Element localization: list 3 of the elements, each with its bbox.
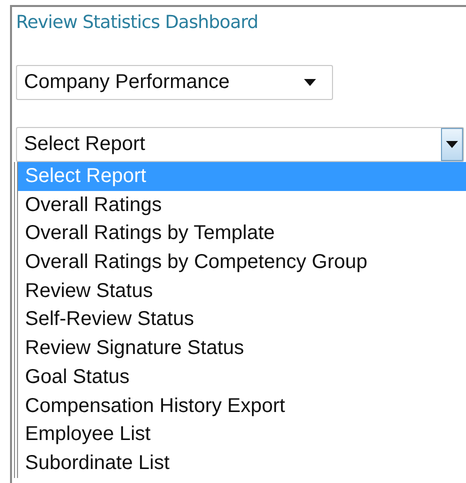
report-select[interactable]: Select Report <box>16 127 464 162</box>
dashboard-title: Review Statistics Dashboard <box>16 12 260 34</box>
category-select[interactable]: Company Performance <box>16 65 333 100</box>
